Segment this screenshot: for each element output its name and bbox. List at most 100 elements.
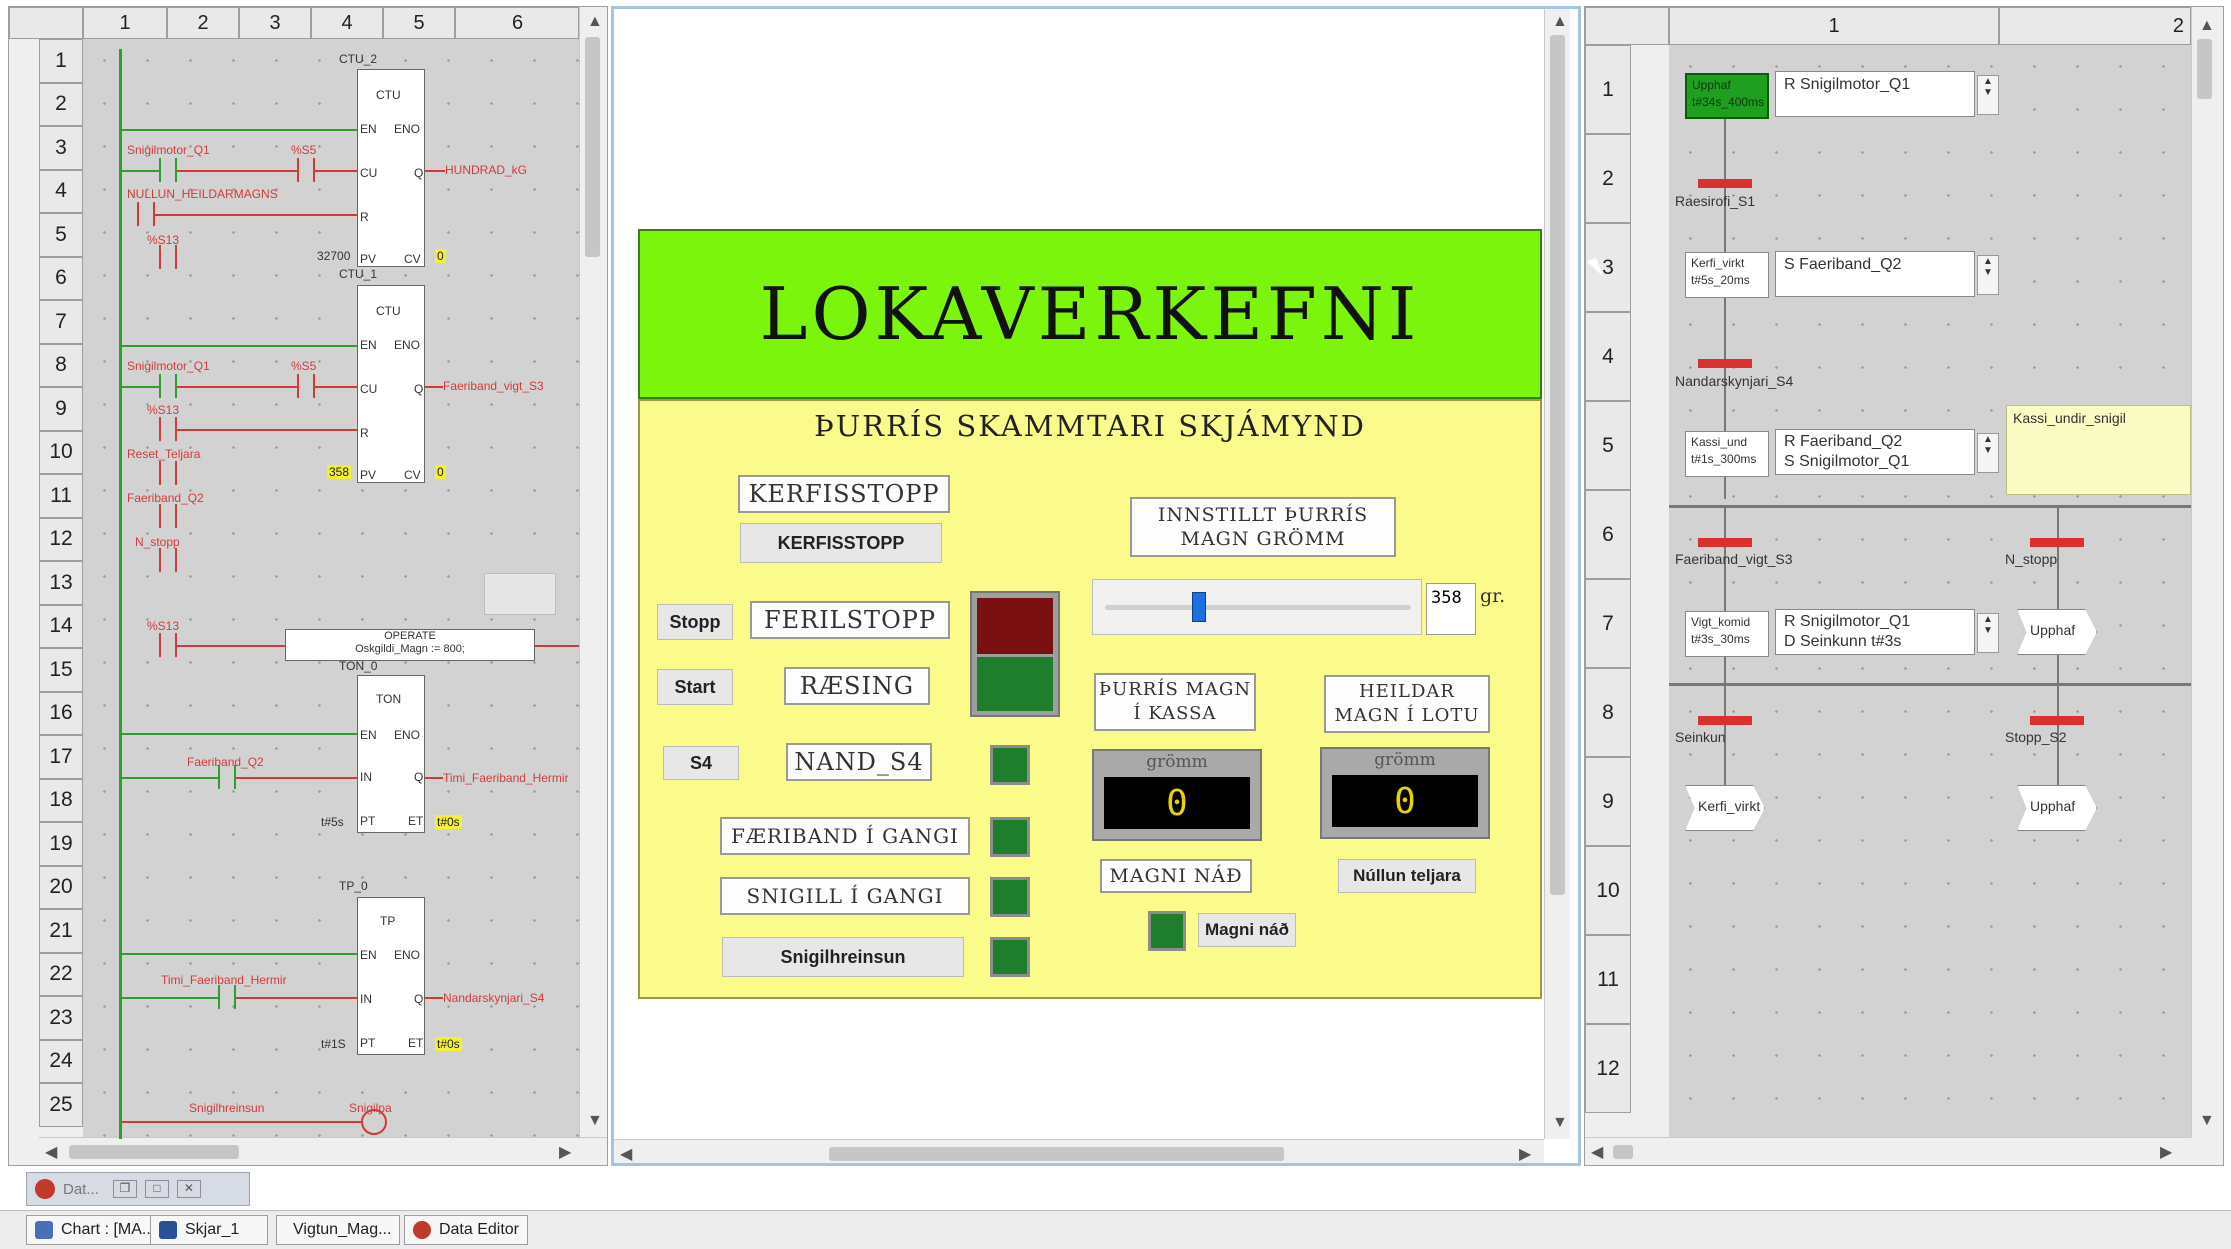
action-step1-spin[interactable]: ▲ ▼ [1977,75,1999,115]
jump-kerfi-virkt[interactable]: Kerfi_virkt [1685,785,1765,831]
minimized-window[interactable]: Dat... ❐ □ ✕ [26,1172,250,1206]
sfc-hscrollbar[interactable]: ◀ ▶ [1585,1137,2191,1165]
slider-unit: gr. [1480,585,1506,607]
comment-kassi[interactable]: Kassi_undir_snigil [2006,405,2191,495]
snigilhreinsun-button[interactable]: Snigilhreinsun [722,937,964,977]
ladder-vscroll-thumb[interactable] [585,37,600,257]
contact-s5[interactable] [297,158,315,182]
sfc-hscroll-thumb[interactable] [1613,1145,1633,1159]
contact-s13-a[interactable] [159,245,177,269]
coil-snigilpa[interactable] [361,1109,387,1135]
contact-s13-b[interactable] [159,417,177,441]
nullun-teljara-button[interactable]: Núllun teljara [1338,859,1476,893]
stopp-button[interactable]: Stopp [657,604,733,640]
empty-box[interactable] [484,573,556,615]
ton-block[interactable]: TON EN ENO IN Q PT ET [357,675,425,833]
step-kerfi-virkt[interactable]: Kerfi_virkt t#5s_20ms [1685,252,1769,298]
scroll-down-icon[interactable]: ▼ [2199,1112,2215,1130]
contact-n-stopp[interactable] [159,548,177,572]
step-vigt-komid[interactable]: Vigt_komid t#3s_30ms [1685,611,1769,657]
step-upphaf[interactable]: Upphaf t#34s_400ms [1685,73,1769,119]
task-skjar[interactable]: Skjar_1 [150,1215,268,1245]
sfc-editor-pane: 1 2 1 2 3 4 5 6 7 8 9 10 11 12 ▲ ▼ ◀ ▶ Upphaf t#34s… [1584,6,2224,1166]
action-step3[interactable]: R Faeriband_Q2 S Snigilmotor_Q1 [1775,429,1975,475]
tp-block[interactable]: TP EN ENO IN Q PT ET [357,897,425,1055]
scroll-up-icon[interactable]: ▲ [587,13,603,31]
row8-wire-b [177,386,297,388]
kerfisstopp-button[interactable]: KERFISSTOPP [740,523,942,563]
slider-thumb[interactable] [1192,592,1206,622]
contact-snigilmotor-b[interactable] [159,374,177,398]
scroll-down-icon[interactable]: ▼ [1552,1114,1568,1132]
transition-nandar[interactable] [1698,359,1752,368]
contact-nullun[interactable] [137,202,155,226]
task-data-editor[interactable]: Data Editor [404,1215,528,1245]
tp-eno: ENO [394,948,421,962]
step-kassi-und[interactable]: Kassi_und t#1s_300ms [1685,431,1769,477]
sfc-canvas[interactable] [1669,45,2191,1139]
s4-button[interactable]: S4 [663,746,739,780]
hmi-vscrollbar[interactable]: ▲ ▼ [1544,9,1570,1139]
transition-seinkun[interactable] [1698,716,1752,725]
scroll-down-icon[interactable]: ▼ [587,1112,603,1130]
scroll-right-icon[interactable]: ▶ [2160,1142,2172,1162]
scroll-right-icon[interactable]: ▶ [559,1142,571,1162]
jump-upphaf-b[interactable]: Upphaf [2017,785,2097,831]
hmi-vscroll-thumb[interactable] [1550,35,1565,895]
restore-icon[interactable]: ❐ [112,1180,137,1198]
start-button[interactable]: Start [657,669,733,705]
transition-n-stopp[interactable] [2030,538,2084,547]
transition-nandar-label: Nandarskynjari_S4 [1675,373,1794,389]
magni-nad-button[interactable]: Magni náð [1198,913,1296,947]
operate-block[interactable]: OPERATE Oskgildi_Magn := 800; [285,629,535,661]
ladder-col-1: 1 [83,7,167,39]
scroll-up-icon[interactable]: ▲ [2199,17,2215,35]
contact-s13-c[interactable] [159,633,177,657]
sfc-vscroll-thumb[interactable] [2197,39,2212,99]
scroll-left-icon[interactable]: ◀ [1591,1142,1603,1162]
task-vigtun[interactable]: Vigtun_Mag... [276,1215,400,1245]
contact-faeriband-q2-b[interactable] [218,765,236,789]
sfc-link-right [2057,507,2059,807]
ladder-hscrollbar[interactable]: ◀ ▶ [39,1137,607,1165]
action-step4-spin[interactable]: ▲ ▼ [1977,613,1999,653]
action-step2-spin[interactable]: ▲ ▼ [1977,255,1999,295]
scroll-right-icon[interactable]: ▶ [1519,1144,1531,1163]
scroll-left-icon[interactable]: ◀ [620,1144,632,1163]
transition-faeriband-vigt[interactable] [1698,538,1752,547]
maximize-icon[interactable]: □ [144,1180,169,1198]
contact-faeriband-q2[interactable] [159,504,177,528]
contact-timi-hermir[interactable] [218,985,236,1009]
ctu1-block[interactable]: CTU EN ENO CU Q R PV CV [357,285,425,483]
ladder-row-8: 8 [39,343,83,387]
scroll-up-icon[interactable]: ▲ [1552,13,1568,31]
operate-title: OPERATE [384,630,436,642]
magn-slider[interactable] [1092,579,1422,635]
action-step2[interactable]: S Faeriband_Q2 [1775,251,1975,297]
action-step4[interactable]: R Snigilmotor_Q1 D Seinkunn t#3s [1775,609,1975,655]
jump-upphaf-a[interactable]: Upphaf [2017,609,2097,655]
ctu2-block[interactable]: CTU EN ENO CU Q R PV CV [357,69,425,267]
ladder-row-25: 25 [39,1083,83,1127]
action-step3-spin[interactable]: ▲ ▼ [1977,433,1999,473]
contact-snigilmotor[interactable] [159,158,177,182]
contact-s5-b[interactable] [297,374,315,398]
hmi-hscroll-thumb[interactable] [829,1147,1284,1161]
scroll-left-icon[interactable]: ◀ [45,1142,57,1162]
hmi-hscrollbar[interactable]: ◀ ▶ [614,1139,1544,1163]
transition-raesirofi[interactable] [1698,179,1752,188]
ctu1-en: EN [360,338,377,352]
transition-n-stopp-label: N_stopp [2005,551,2058,567]
close-icon[interactable]: ✕ [176,1180,201,1198]
ladder-vscrollbar[interactable]: ▲ ▼ [579,7,605,1137]
transition-stopp-s2[interactable] [2030,716,2084,725]
task-chart[interactable]: Chart : [MA... [26,1215,166,1245]
action-step1[interactable]: R Snigilmotor_Q1 [1775,71,1975,117]
ladder-editor-pane: 1 2 3 4 5 6 1 2 3 4 5 6 7 8 9 10 11 12 13 14 15 16 17 18 1… [8,6,608,1166]
sfc-vscrollbar[interactable]: ▲ ▼ [2191,7,2217,1137]
ladder-hscroll-thumb[interactable] [69,1145,239,1159]
tp-type: TP [380,914,396,928]
contact-reset[interactable] [159,461,177,485]
label-reset-teljara: Reset_Teljara [127,447,201,461]
slider-value-box[interactable]: 358 [1426,583,1476,635]
